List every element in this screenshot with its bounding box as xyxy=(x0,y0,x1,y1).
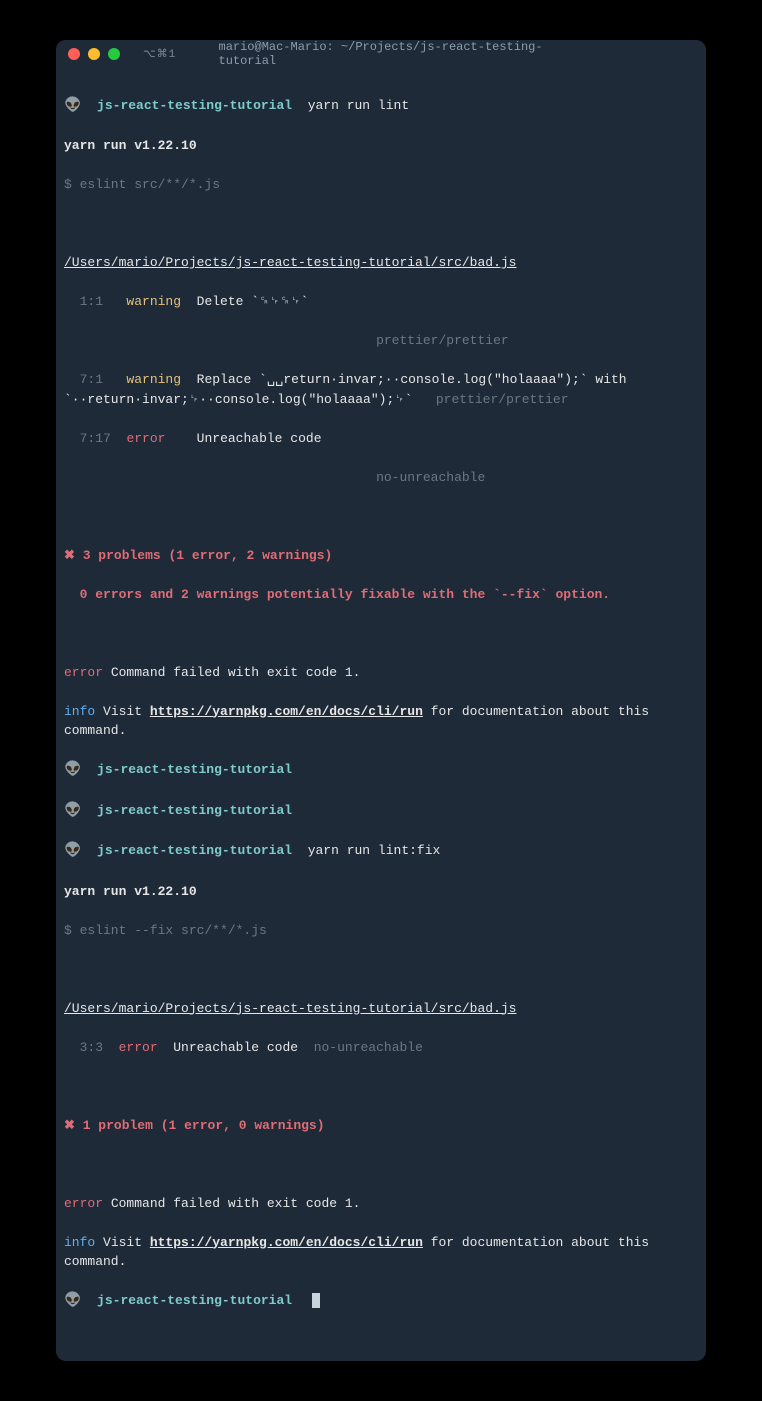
tab-shortcut: ⌥⌘1 xyxy=(143,47,176,61)
traffic-lights xyxy=(68,48,120,60)
window-title: mario@Mac-Mario: ~/Projects/js-react-tes… xyxy=(219,40,544,68)
issue-level-warning: warning xyxy=(126,372,181,387)
terminal-window: ⌥⌘1 mario@Mac-Mario: ~/Projects/js-react… xyxy=(56,40,706,1361)
blank-line xyxy=(64,214,698,234)
error-line: error Command failed with exit code 1. xyxy=(64,663,698,683)
issue-level-error: error xyxy=(126,431,165,446)
terminal-content[interactable]: 👽 js-react-testing-tutorial yarn run lin… xyxy=(56,68,706,1361)
docs-link[interactable]: https://yarnpkg.com/en/docs/cli/run xyxy=(150,704,423,719)
cwd-label: js-react-testing-tutorial xyxy=(97,762,292,777)
lint-issue: 3:3 error Unreachable code no-unreachabl… xyxy=(64,1038,698,1058)
issue-message: Unreachable code xyxy=(173,1040,298,1055)
blank-line xyxy=(64,1155,698,1175)
blank-line xyxy=(64,1077,698,1097)
error-label: error xyxy=(64,1196,103,1211)
docs-link[interactable]: https://yarnpkg.com/en/docs/cli/run xyxy=(150,1235,423,1250)
lint-issue: 1:1 warning Delete `␍␊␍␊` xyxy=(64,292,698,312)
fixable-summary: 0 errors and 2 warnings potentially fixa… xyxy=(64,585,698,605)
issue-level-warning: warning xyxy=(126,294,181,309)
lint-rule: prettier/prettier xyxy=(436,392,569,407)
yarn-version: yarn run v1.22.10 xyxy=(64,136,698,156)
cwd-label: js-react-testing-tutorial xyxy=(97,98,292,113)
issue-position: 3:3 xyxy=(64,1040,103,1055)
terminal-row: 👽 js-react-testing-tutorial xyxy=(64,760,698,781)
issue-message: Delete `␍␊␍␊` xyxy=(197,294,309,309)
file-path: /Users/mario/Projects/js-react-testing-t… xyxy=(64,253,698,273)
problems-summary: ✖ 1 problem (1 error, 0 warnings) xyxy=(64,1116,698,1136)
error-message: Command failed with exit code 1. xyxy=(103,1196,360,1211)
lint-rule: prettier/prettier xyxy=(376,333,509,348)
lint-rule: no-unreachable xyxy=(376,470,485,485)
info-line: info Visit https://yarnpkg.com/en/docs/c… xyxy=(64,702,698,741)
info-text: Visit xyxy=(95,1235,150,1250)
command-text: yarn run lint xyxy=(308,98,409,113)
alien-icon: 👽 xyxy=(64,1293,81,1309)
yarn-version: yarn run v1.22.10 xyxy=(64,882,698,902)
lint-rule-line: prettier/prettier xyxy=(64,331,698,351)
blank-line xyxy=(64,624,698,644)
titlebar: ⌥⌘1 mario@Mac-Mario: ~/Projects/js-react… xyxy=(56,40,706,68)
prompt-line: 👽 js-react-testing-tutorial xyxy=(64,1291,698,1312)
close-button[interactable] xyxy=(68,48,80,60)
alien-icon: 👽 xyxy=(64,762,81,778)
lint-rule: no-unreachable xyxy=(314,1040,423,1055)
minimize-button[interactable] xyxy=(88,48,100,60)
file-path: /Users/mario/Projects/js-react-testing-t… xyxy=(64,999,698,1019)
lint-issue: 7:17 error Unreachable code xyxy=(64,429,698,449)
terminal-row: 👽 js-react-testing-tutorial yarn run lin… xyxy=(64,96,698,117)
cwd-label: js-react-testing-tutorial xyxy=(97,843,292,858)
lint-issue: 7:1 warning Replace `␣␣return·invar;··co… xyxy=(64,370,698,409)
terminal-row: 👽 js-react-testing-tutorial yarn run lin… xyxy=(64,841,698,862)
terminal-row: 👽 js-react-testing-tutorial xyxy=(64,801,698,822)
error-label: error xyxy=(64,665,103,680)
blank-line xyxy=(64,960,698,980)
cwd-label: js-react-testing-tutorial xyxy=(97,803,292,818)
issue-level-error: error xyxy=(119,1040,158,1055)
blank-line xyxy=(64,507,698,527)
issue-position: 7:1 xyxy=(64,372,103,387)
issue-position: 1:1 xyxy=(64,294,103,309)
info-text: Visit xyxy=(95,704,150,719)
alien-icon: 👽 xyxy=(64,803,81,819)
issue-message: Unreachable code xyxy=(197,431,322,446)
error-message: Command failed with exit code 1. xyxy=(103,665,360,680)
maximize-button[interactable] xyxy=(108,48,120,60)
info-label: info xyxy=(64,1235,95,1250)
eslint-command: $ eslint src/**/*.js xyxy=(64,175,698,195)
lint-rule-line: no-unreachable xyxy=(64,468,698,488)
alien-icon: 👽 xyxy=(64,98,81,114)
eslint-command: $ eslint --fix src/**/*.js xyxy=(64,921,698,941)
info-label: info xyxy=(64,704,95,719)
cwd-label: js-react-testing-tutorial xyxy=(97,1293,292,1308)
info-line: info Visit https://yarnpkg.com/en/docs/c… xyxy=(64,1233,698,1272)
problems-summary: ✖ 3 problems (1 error, 2 warnings) xyxy=(64,546,698,566)
issue-position: 7:17 xyxy=(64,431,111,446)
command-text: yarn run lint:fix xyxy=(308,843,441,858)
cursor xyxy=(312,1293,320,1308)
error-line: error Command failed with exit code 1. xyxy=(64,1194,698,1214)
alien-icon: 👽 xyxy=(64,843,81,859)
